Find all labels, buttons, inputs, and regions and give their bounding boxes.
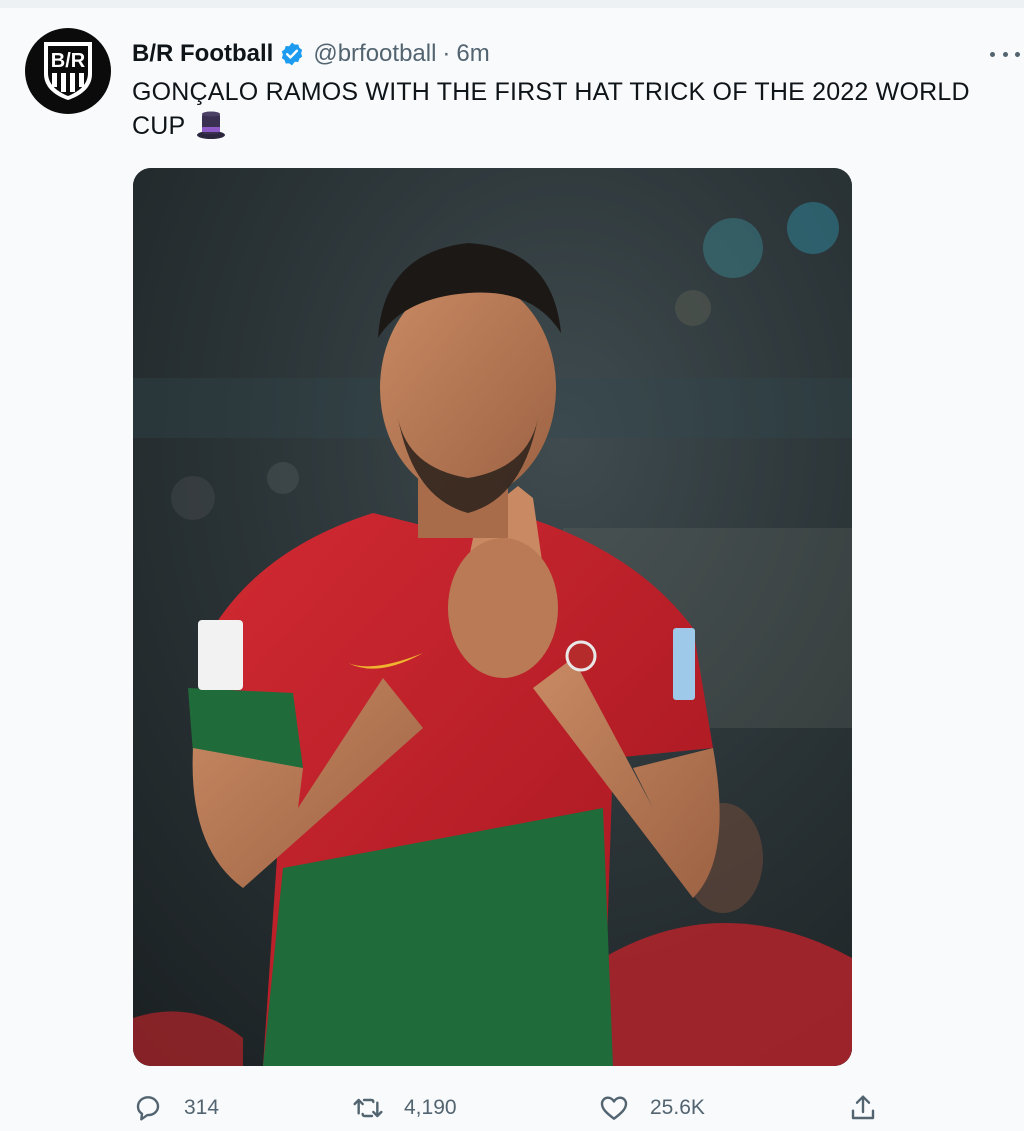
share-icon: [851, 1095, 875, 1120]
author-avatar[interactable]: B/R: [25, 28, 111, 114]
top-hat-icon: [196, 110, 226, 140]
heart-icon: [600, 1096, 628, 1120]
tweet-actions: 314 4,190 25.6K: [132, 1088, 892, 1128]
avatar-logo-text: B/R: [51, 50, 86, 72]
retweet-button[interactable]: 4,190: [352, 1088, 457, 1128]
top-divider: [0, 0, 1024, 8]
separator-dot: ·: [442, 40, 451, 67]
br-logo-icon: B/R: [44, 42, 92, 100]
reply-icon: [136, 1096, 160, 1121]
like-count: 25.6K: [650, 1096, 705, 1119]
tweet-text-highlight: GONÇALO RAMOS: [132, 78, 359, 106]
tweet-header: B/R Football @brfootball · 6m: [132, 34, 490, 74]
tweet-text: GONÇALO RAMOS WITH THE FIRST HAT TRICK O…: [132, 75, 1002, 143]
reply-button[interactable]: 314: [132, 1088, 219, 1128]
more-options-icon[interactable]: [990, 44, 1020, 64]
retweet-count: 4,190: [404, 1096, 457, 1119]
tweet-page: B/R B/R Football @brfootball · 6m GONÇAL…: [0, 0, 1024, 1131]
like-button[interactable]: 25.6K: [598, 1088, 705, 1128]
tweet-media-photo[interactable]: [133, 168, 852, 1066]
share-button[interactable]: [847, 1088, 879, 1128]
verified-badge-icon: [279, 41, 305, 67]
tweet-timestamp[interactable]: 6m: [456, 40, 489, 68]
player-celebration-image: [133, 168, 852, 1066]
reply-count: 314: [184, 1096, 220, 1119]
author-handle[interactable]: @brfootball: [313, 40, 436, 68]
retweet-icon: [353, 1098, 383, 1118]
author-name[interactable]: B/R Football: [132, 40, 273, 68]
